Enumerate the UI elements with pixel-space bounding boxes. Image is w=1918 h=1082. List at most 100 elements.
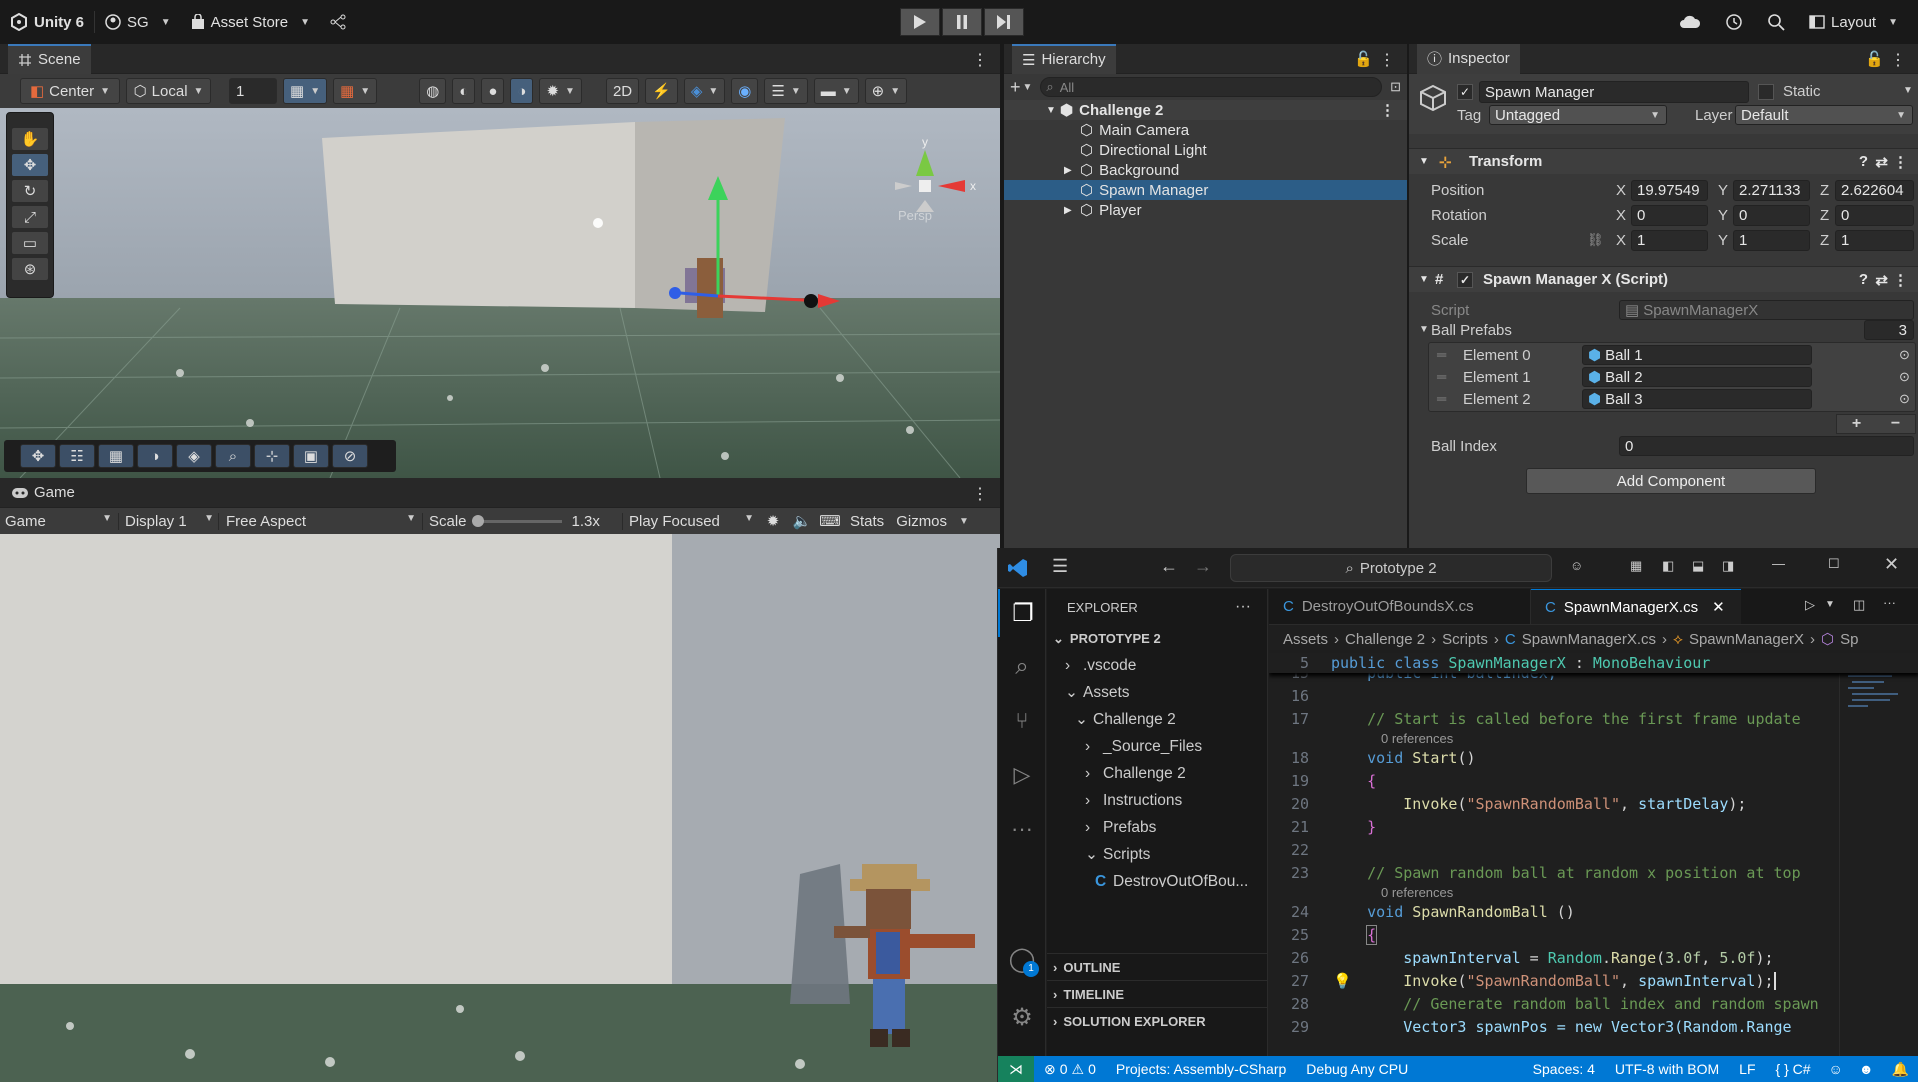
tab-inspector[interactable]: ⓘ Inspector <box>1417 43 1520 74</box>
copilot-icon[interactable]: ☺ <box>1570 558 1583 573</box>
wireframe-button[interactable]: ◍ <box>419 78 447 104</box>
chevron-down-icon[interactable]: ▼ <box>1903 85 1913 96</box>
scale-slider[interactable] <box>471 514 562 527</box>
outline-section[interactable]: › OUTLINE <box>1047 953 1267 980</box>
more-icon[interactable]: ··· <box>998 805 1046 853</box>
close-icon[interactable]: ✕ <box>1884 554 1899 575</box>
script-component-header[interactable]: ▼ # ✓ Spawn Manager X (Script) ? ⇄ ⋮ <box>1409 266 1918 292</box>
active-checkbox[interactable]: ✓ <box>1457 84 1473 100</box>
transform-tool[interactable]: ⊛ <box>11 257 49 281</box>
shaded-wire-button[interactable]: ◐ <box>452 78 476 104</box>
more-menu-icon[interactable]: ⋮ <box>1893 153 1908 171</box>
element-object-field[interactable]: ⬢ Ball 3 <box>1582 389 1812 409</box>
run-icon[interactable]: ▷ <box>1805 597 1815 613</box>
overlay-layers-button[interactable]: ◈ <box>176 444 212 468</box>
minimize-icon[interactable]: — <box>1772 556 1785 571</box>
file-tree-item[interactable]: C DestroyOutOfBou... <box>1047 868 1267 888</box>
indentation-status[interactable]: Spaces: 4 <box>1523 1061 1605 1077</box>
link-scale-icon[interactable]: ⛓ <box>1587 232 1604 248</box>
back-arrow-icon[interactable]: ← <box>1160 556 1178 577</box>
component-enabled-checkbox[interactable]: ✓ <box>1457 271 1473 288</box>
preset-icon[interactable]: ⇄ <box>1875 271 1888 289</box>
codelens-references[interactable]: 0 references <box>1269 884 1918 900</box>
hierarchy-search-input[interactable]: ⌕ All <box>1040 77 1383 97</box>
feedback-icon[interactable]: ☻ <box>1851 1061 1882 1077</box>
tag-dropdown[interactable]: Untagged ▼ <box>1489 105 1667 125</box>
close-tab-icon[interactable]: ✕ <box>1712 598 1725 616</box>
list-element[interactable]: ═ Element 1 ⬢ Ball 2 ⊙ <box>1429 367 1915 389</box>
preset-icon[interactable]: ⇄ <box>1875 153 1888 171</box>
eol-status[interactable]: LF <box>1729 1061 1765 1077</box>
bug-icon[interactable]: ✹ <box>758 512 788 530</box>
projects-status[interactable]: Projects: Assembly-CSharp <box>1106 1061 1296 1077</box>
persp-label[interactable]: Persp <box>898 208 932 223</box>
breadcrumb-item[interactable]: SpawnManagerX.cs <box>1522 631 1656 648</box>
codelens-references[interactable]: 0 references <box>1269 730 1918 746</box>
element-object-field[interactable]: ⬢ Ball 2 <box>1582 367 1812 387</box>
breadcrumb-item[interactable]: Scripts <box>1442 631 1488 648</box>
help-icon[interactable]: ? <box>1859 153 1868 170</box>
slider-thumb[interactable] <box>471 514 484 527</box>
file-tree-item[interactable]: › Instructions <box>1047 787 1267 814</box>
copilot-status-icon[interactable]: ☺ <box>1821 1061 1851 1077</box>
step-button[interactable] <box>984 8 1024 36</box>
drag-handle-icon[interactable]: ═ <box>1437 369 1446 384</box>
minimap[interactable] <box>1839 653 1901 1056</box>
scene-viewport[interactable]: y x Persp ✋ ✥ ↻ ⤢ ▭ ⊛ ✥ ☷ ▦ ◑ ◈ ⌕ ⊹ ▣ ⊘ <box>0 108 1000 478</box>
menu-icon[interactable]: ☰ <box>1052 556 1068 577</box>
rotation-z-field[interactable]: 0 <box>1835 205 1914 226</box>
file-tree-item[interactable]: › Challenge 2 <box>1047 760 1267 787</box>
layout-dropdown[interactable]: Layout ▼ <box>1809 7 1898 37</box>
breadcrumb-item[interactable]: Assets <box>1283 631 1328 648</box>
grid-size-input[interactable]: 1 <box>229 78 277 104</box>
lightbulb-icon[interactable]: 💡 <box>1333 972 1352 990</box>
tab-spawnmanagerx[interactable]: C SpawnManagerX.cs ✕ <box>1531 589 1741 624</box>
pause-button[interactable] <box>942 8 982 36</box>
rotation-y-field[interactable]: 0 <box>1733 205 1810 226</box>
file-tree-item[interactable]: ⌄ Challenge 2 <box>1047 706 1267 733</box>
account-dropdown[interactable]: SG ▼ <box>95 7 181 37</box>
hierarchy-item[interactable]: ⬡ Directional Light <box>1004 140 1407 160</box>
layout-grid-icon[interactable]: ▦ <box>1630 558 1642 574</box>
chevron-down-icon[interactable]: ▼ <box>1023 82 1033 93</box>
notifications-bell-icon[interactable]: 🔔 <box>1882 1061 1918 1078</box>
camera-button[interactable]: ▬ ▼ <box>813 78 859 104</box>
tab-scene[interactable]: Scene <box>8 43 91 74</box>
account-icon[interactable]: ◯ <box>998 935 1046 983</box>
ball-index-field[interactable]: 0 <box>1619 436 1914 456</box>
unity-menu-button[interactable]: Unity 6 <box>0 7 94 37</box>
more-menu-icon[interactable]: ⋮ <box>972 50 988 70</box>
explorer-icon[interactable]: ❐ <box>998 589 1046 637</box>
overlay-shading-button[interactable]: ◑ <box>137 444 173 468</box>
increment-snap-button[interactable]: ▦ ▼ <box>333 78 378 104</box>
language-status[interactable]: { } C# <box>1766 1061 1821 1077</box>
visibility-toggle[interactable]: ◉ <box>731 78 759 104</box>
element-object-field[interactable]: ⬢ Ball 1 <box>1582 345 1812 365</box>
history-icon[interactable] <box>1725 13 1743 31</box>
split-editor-icon[interactable]: ◫ <box>1853 597 1865 613</box>
hierarchy-item-selected[interactable]: ⬡ Spawn Manager <box>1004 180 1407 200</box>
tab-hierarchy[interactable]: ☰ Hierarchy <box>1012 43 1116 74</box>
debug-draw-button[interactable]: ✹ ▼ <box>539 78 582 104</box>
chevron-down-icon[interactable]: ▼ <box>1825 599 1835 610</box>
chevron-down-icon[interactable]: ▼ <box>959 516 969 527</box>
list-element[interactable]: ═ Element 2 ⬢ Ball 3 ⊙ <box>1429 389 1915 411</box>
more-menu-icon[interactable]: ⋮ <box>1893 271 1908 289</box>
help-icon[interactable]: ? <box>1859 271 1868 288</box>
chevron-right-icon[interactable]: ▶ <box>1064 165 1080 176</box>
position-z-field[interactable]: 2.622604 <box>1835 180 1914 201</box>
version-control-button[interactable] <box>320 7 356 37</box>
add-element-button[interactable]: + <box>1852 415 1861 433</box>
drag-handle-icon[interactable]: ═ <box>1437 347 1446 362</box>
unlit-button[interactable]: ● <box>481 78 505 104</box>
scale-y-field[interactable]: 1 <box>1733 230 1810 251</box>
ball-prefabs-count[interactable]: 3 <box>1864 320 1914 340</box>
more-menu-icon[interactable]: ⋮ <box>1379 50 1395 70</box>
static-checkbox[interactable] <box>1758 84 1774 100</box>
overlay-pivot-button[interactable]: ⊹ <box>254 444 290 468</box>
debug-config-status[interactable]: Debug Any CPU <box>1296 1061 1418 1077</box>
hierarchy-item[interactable]: ▶ ⬡ Player <box>1004 200 1407 220</box>
tab-game[interactable]: Game <box>8 478 79 508</box>
hand-tool[interactable]: ✋ <box>11 127 49 151</box>
scale-tool[interactable]: ⤢ <box>11 205 49 229</box>
